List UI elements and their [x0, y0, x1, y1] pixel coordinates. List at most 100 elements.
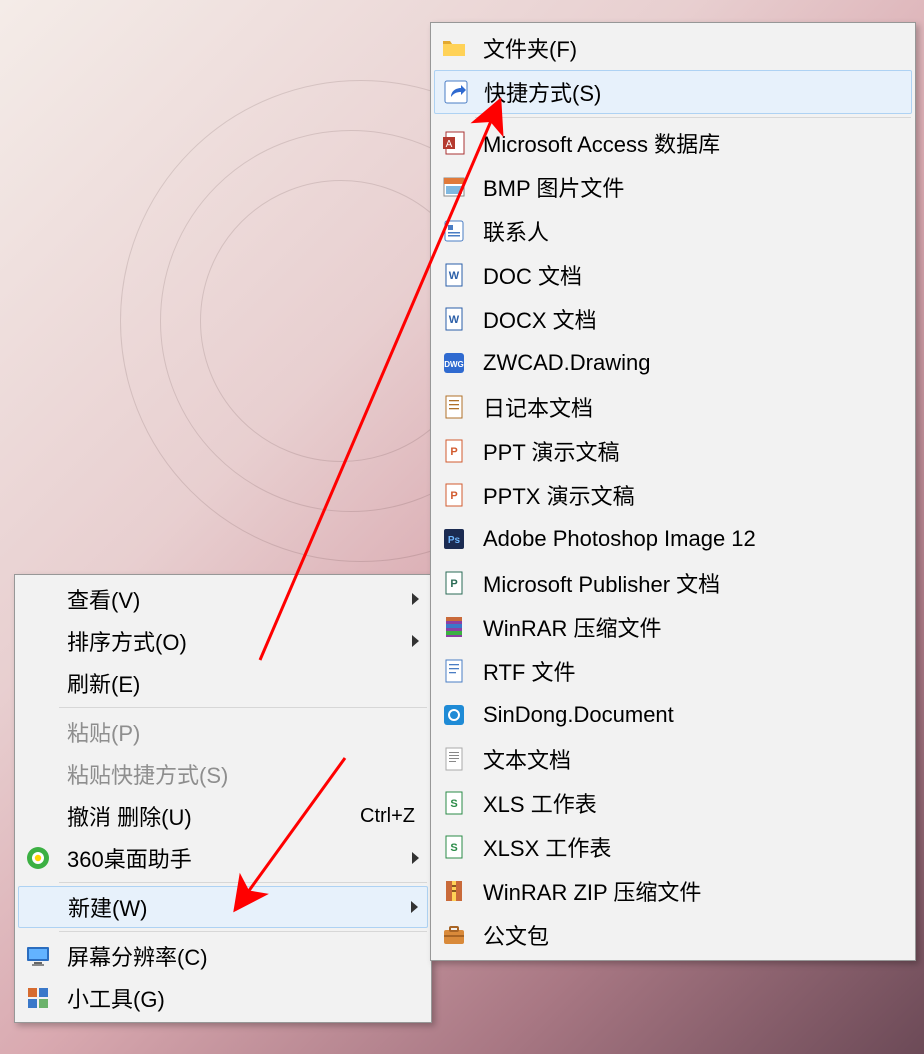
menu-separator — [59, 707, 427, 708]
submenu-item-doc[interactable]: W DOC 文档 — [433, 253, 913, 297]
rar-icon — [441, 614, 467, 640]
menu-item-label: 公文包 — [483, 919, 549, 951]
submenu-item-contact[interactable]: 联系人 — [433, 209, 913, 253]
svg-text:P: P — [450, 446, 457, 458]
menu-item-paste: 粘贴(P) — [17, 711, 429, 753]
submenu-item-briefcase[interactable]: 公文包 — [433, 913, 913, 957]
menu-item-view[interactable]: 查看(V) — [17, 578, 429, 620]
submenu-arrow-icon — [411, 901, 418, 913]
svg-text:P: P — [450, 490, 457, 502]
svg-text:S: S — [450, 842, 457, 854]
submenu-arrow-icon — [412, 635, 419, 647]
submenu-item-rtf[interactable]: RTF 文件 — [433, 649, 913, 693]
txt-icon — [441, 746, 467, 772]
svg-text:DWG: DWG — [444, 360, 464, 369]
ppt-icon: P — [441, 438, 467, 464]
menu-separator — [475, 117, 911, 118]
menu-item-shortcut: Ctrl+Z — [360, 805, 415, 828]
submenu-item-sindong[interactable]: SinDong.Document — [433, 693, 913, 737]
menu-item-label: 快捷方式(S) — [484, 76, 601, 108]
menu-item-paste-shortcut: 粘贴快捷方式(S) — [17, 753, 429, 795]
submenu-arrow-icon — [412, 593, 419, 605]
menu-item-label: 刷新(E) — [67, 667, 140, 699]
submenu-item-photoshop[interactable]: Ps Adobe Photoshop Image 12 — [433, 517, 913, 561]
menu-item-label: 联系人 — [483, 215, 549, 247]
docx-icon: W — [441, 306, 467, 332]
svg-text:Ps: Ps — [448, 535, 461, 546]
sindong-icon — [441, 702, 467, 728]
menu-item-label: DOC 文档 — [483, 259, 582, 291]
menu-item-label: XLSX 工作表 — [483, 831, 611, 863]
submenu-item-bmp[interactable]: BMP 图片文件 — [433, 165, 913, 209]
submenu-item-docx[interactable]: W DOCX 文档 — [433, 297, 913, 341]
menu-item-label: 排序方式(O) — [67, 625, 187, 657]
menu-item-label: Adobe Photoshop Image 12 — [483, 526, 756, 552]
menu-item-refresh[interactable]: 刷新(E) — [17, 662, 429, 704]
submenu-item-txt[interactable]: 文本文档 — [433, 737, 913, 781]
menu-separator — [59, 931, 427, 932]
menu-item-label: SinDong.Document — [483, 702, 674, 728]
menu-item-label: Microsoft Publisher 文档 — [483, 567, 720, 599]
menu-item-label: 查看(V) — [67, 583, 140, 615]
menu-separator — [59, 882, 427, 883]
menu-item-sort[interactable]: 排序方式(O) — [17, 620, 429, 662]
bmp-icon — [441, 174, 467, 200]
menu-item-label: 撤消 删除(U) — [67, 800, 192, 832]
new-submenu: 文件夹(F) 快捷方式(S) A Microsoft Access 数据库 BM… — [430, 22, 916, 961]
menu-item-label: 屏幕分辨率(C) — [67, 940, 208, 972]
zip-icon — [441, 878, 467, 904]
submenu-item-xls[interactable]: S XLS 工作表 — [433, 781, 913, 825]
menu-item-label: Microsoft Access 数据库 — [483, 127, 720, 159]
svg-text:W: W — [449, 270, 460, 282]
submenu-item-pptx[interactable]: P PPTX 演示文稿 — [433, 473, 913, 517]
photoshop-icon: Ps — [441, 526, 467, 552]
menu-item-gadgets[interactable]: 小工具(G) — [17, 977, 429, 1019]
menu-item-label: DOCX 文档 — [483, 303, 597, 335]
menu-item-label: PPT 演示文稿 — [483, 435, 620, 467]
menu-item-360-helper[interactable]: 360桌面助手 — [17, 837, 429, 879]
monitor-icon — [25, 943, 51, 969]
shortcut-icon — [443, 79, 469, 105]
xls-icon: S — [441, 790, 467, 816]
access-icon: A — [441, 130, 467, 156]
svg-text:P: P — [450, 578, 457, 590]
360-icon — [25, 845, 51, 871]
gadgets-icon — [25, 985, 51, 1011]
menu-item-undo-delete[interactable]: 撤消 删除(U) Ctrl+Z — [17, 795, 429, 837]
submenu-item-access[interactable]: A Microsoft Access 数据库 — [433, 121, 913, 165]
menu-item-label: XLS 工作表 — [483, 787, 597, 819]
menu-item-label: WinRAR 压缩文件 — [483, 611, 661, 643]
submenu-item-shortcut[interactable]: 快捷方式(S) — [434, 70, 912, 114]
menu-item-label: 文本文档 — [483, 743, 571, 775]
menu-item-label: WinRAR ZIP 压缩文件 — [483, 875, 701, 907]
menu-item-label: RTF 文件 — [483, 655, 575, 687]
submenu-item-folder[interactable]: 文件夹(F) — [433, 26, 913, 70]
contact-icon — [441, 218, 467, 244]
menu-item-label: BMP 图片文件 — [483, 171, 624, 203]
menu-item-label: 粘贴(P) — [67, 716, 140, 748]
submenu-item-xlsx[interactable]: S XLSX 工作表 — [433, 825, 913, 869]
submenu-item-zip[interactable]: WinRAR ZIP 压缩文件 — [433, 869, 913, 913]
menu-item-label: 360桌面助手 — [67, 842, 192, 874]
menu-item-screen-resolution[interactable]: 屏幕分辨率(C) — [17, 935, 429, 977]
doc-icon: W — [441, 262, 467, 288]
publisher-icon: P — [441, 570, 467, 596]
submenu-item-journal[interactable]: 日记本文档 — [433, 385, 913, 429]
menu-item-label: 小工具(G) — [67, 982, 165, 1014]
pptx-icon: P — [441, 482, 467, 508]
submenu-item-rar[interactable]: WinRAR 压缩文件 — [433, 605, 913, 649]
svg-text:S: S — [450, 798, 457, 810]
briefcase-icon — [441, 922, 467, 948]
submenu-item-publisher[interactable]: P Microsoft Publisher 文档 — [433, 561, 913, 605]
folder-icon — [441, 35, 467, 61]
submenu-item-zwcad[interactable]: DWG ZWCAD.Drawing — [433, 341, 913, 385]
submenu-arrow-icon — [412, 852, 419, 864]
menu-item-label: PPTX 演示文稿 — [483, 479, 635, 511]
menu-item-label: 文件夹(F) — [483, 32, 577, 64]
menu-item-label: 粘贴快捷方式(S) — [67, 758, 228, 790]
desktop-context-menu: 查看(V) 排序方式(O) 刷新(E) 粘贴(P) 粘贴快捷方式(S) 撤消 删… — [14, 574, 432, 1023]
svg-text:A: A — [446, 139, 453, 150]
submenu-item-ppt[interactable]: P PPT 演示文稿 — [433, 429, 913, 473]
zwcad-icon: DWG — [441, 350, 467, 376]
menu-item-new[interactable]: 新建(W) — [18, 886, 428, 928]
